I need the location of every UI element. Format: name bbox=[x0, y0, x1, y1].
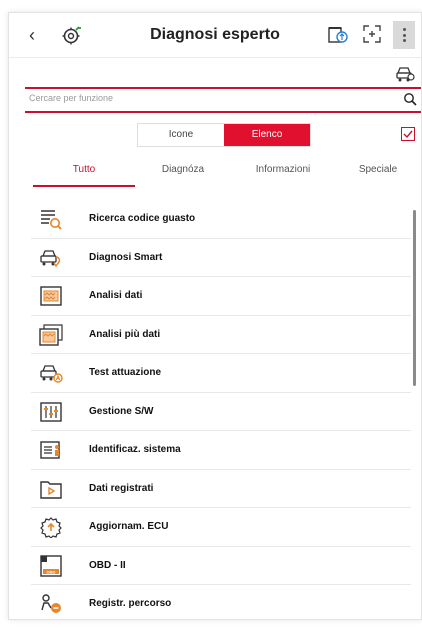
list-item-obd-ii[interactable]: OBD OBD - II bbox=[31, 547, 411, 585]
list-item-aggiornam-ecu[interactable]: Aggiornam. ECU bbox=[31, 508, 411, 547]
view-toggle-list[interactable]: Elenco bbox=[224, 124, 310, 146]
app-window: ‹ Diagnosi esperto Cercare per funzione … bbox=[8, 12, 422, 620]
list-item-label: Diagnosi Smart bbox=[89, 251, 163, 263]
search-input[interactable]: Cercare per funzione bbox=[25, 89, 421, 111]
actuation-test-car-icon bbox=[40, 365, 63, 383]
select-checkbox[interactable] bbox=[401, 127, 415, 141]
list-item-label: OBD - II bbox=[89, 559, 126, 571]
system-identification-icon bbox=[40, 441, 60, 459]
view-toggle-icons[interactable]: Icone bbox=[138, 124, 224, 146]
tab-tutto[interactable]: Tutto bbox=[33, 161, 135, 187]
smart-diagnosis-car-icon bbox=[40, 249, 61, 267]
checkmark-icon bbox=[403, 130, 413, 139]
recorded-data-folder-icon bbox=[40, 480, 62, 499]
list-item-analisi-piu-dati[interactable]: Analisi più dati bbox=[31, 316, 411, 354]
list-item-label: Identificaz. sistema bbox=[89, 444, 181, 455]
list-item-label: Analisi più dati bbox=[89, 328, 161, 340]
list-item-identificaz-sistema[interactable]: Identificaz. sistema bbox=[31, 431, 411, 470]
active-tab-indicator bbox=[33, 185, 135, 187]
list-item-label: Gestione S/W bbox=[89, 405, 154, 417]
vehicle-info-icon[interactable] bbox=[395, 65, 415, 83]
data-analysis-icon bbox=[40, 286, 62, 306]
database-icon[interactable] bbox=[327, 25, 349, 45]
list-item-gestione-sw[interactable]: Gestione S/W bbox=[31, 393, 411, 431]
ecu-update-icon bbox=[40, 517, 62, 538]
list-item-registr-percorso[interactable]: Registr. percorso bbox=[31, 585, 411, 619]
tab-speciale[interactable]: Speciale bbox=[333, 161, 421, 187]
list-item-dati-registrati[interactable]: Dati registrati bbox=[31, 470, 411, 508]
list-item-label: Test attuazione bbox=[89, 367, 162, 378]
list-item-label: Dati registrati bbox=[89, 482, 154, 494]
software-management-icon bbox=[40, 401, 62, 422]
category-tabs: Tutto Diagnóza Informazioni Speciale bbox=[25, 161, 421, 189]
top-bar: ‹ Diagnosi esperto bbox=[9, 13, 421, 58]
svg-text:OBD: OBD bbox=[47, 569, 56, 574]
list-scrollbar[interactable] bbox=[413, 210, 416, 386]
obd-ii-icon: OBD bbox=[40, 554, 62, 577]
search-placeholder: Cercare per funzione bbox=[29, 93, 114, 103]
list-item-label: Analisi dati bbox=[89, 290, 143, 301]
list-item-test-attuazione[interactable]: Test attuazione bbox=[31, 354, 411, 393]
tab-diagnoza[interactable]: Diagnóza bbox=[133, 161, 233, 187]
fault-code-search-icon bbox=[41, 210, 62, 230]
list-item-ricerca-codice-guasto[interactable]: Ricerca codice guasto bbox=[31, 200, 411, 239]
view-toggle: Icone Elenco bbox=[137, 123, 311, 147]
search-icon[interactable] bbox=[403, 92, 417, 106]
more-vertical-icon[interactable] bbox=[393, 21, 415, 49]
list-item-label: Aggiornam. ECU bbox=[89, 521, 169, 532]
search-border-bottom bbox=[25, 111, 421, 113]
multi-data-analysis-icon bbox=[39, 323, 63, 346]
function-list: Ricerca codice guasto Diagnosi Smart Ana… bbox=[31, 200, 411, 619]
list-item-diagnosi-smart[interactable]: Diagnosi Smart bbox=[31, 239, 411, 277]
list-item-label: Ricerca codice guasto bbox=[89, 213, 196, 224]
list-item-label: Registr. percorso bbox=[89, 598, 172, 609]
fullscreen-icon[interactable] bbox=[363, 25, 381, 43]
page-title: Diagnosi esperto bbox=[150, 26, 280, 43]
tab-informazioni[interactable]: Informazioni bbox=[233, 161, 333, 187]
list-item-analisi-dati[interactable]: Analisi dati bbox=[31, 277, 411, 316]
route-recording-icon bbox=[41, 594, 61, 613]
